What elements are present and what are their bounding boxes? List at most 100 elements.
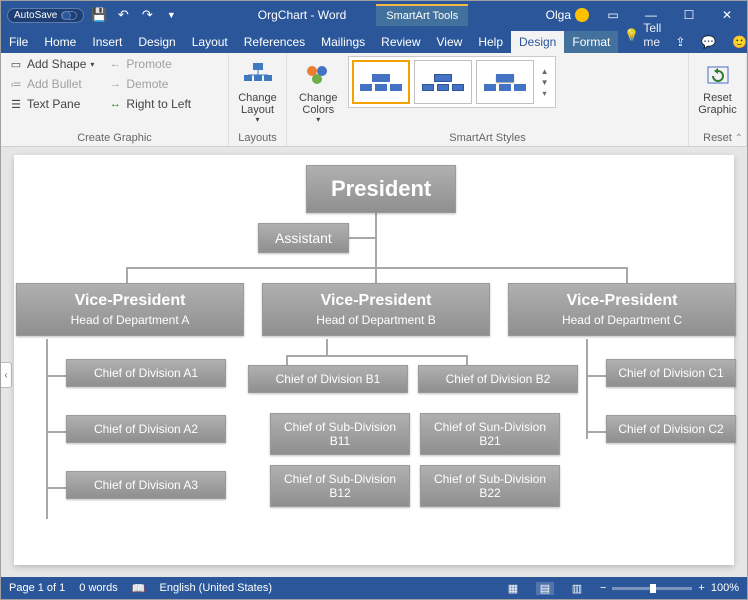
zoom-out-icon[interactable]: −	[600, 582, 606, 594]
gallery-down-icon[interactable]: ▼	[541, 78, 549, 87]
zoom-slider[interactable]	[612, 587, 692, 590]
right-to-left-button[interactable]: ↔ Right to Left	[106, 96, 193, 112]
document-area: ‹ President Assistant Vice-PresidentHead…	[1, 147, 747, 577]
text-pane-button[interactable]: ☰ Text Pane	[7, 96, 96, 112]
tab-file[interactable]: File	[1, 31, 36, 53]
tab-layout[interactable]: Layout	[184, 31, 236, 53]
group-layouts: Change Layout▾ Layouts	[229, 53, 287, 146]
node-division-b2[interactable]: Chief of Division B2	[418, 365, 578, 393]
node-division-b1[interactable]: Chief of Division B1	[248, 365, 408, 393]
node-text: Chief of Division A2	[94, 422, 198, 436]
node-division-a3[interactable]: Chief of Division A3	[66, 471, 226, 499]
reset-label: Reset Graphic	[698, 92, 737, 116]
node-subtext: Head of Department A	[71, 313, 190, 327]
node-sub-b12[interactable]: Chief of Sub-Division B12	[270, 465, 410, 507]
redo-icon[interactable]: ↷	[138, 7, 156, 23]
collapse-ribbon-icon[interactable]: ⌃	[735, 133, 743, 144]
user-account[interactable]: Olga	[546, 8, 589, 22]
zoom-value[interactable]: 100%	[711, 582, 739, 594]
node-vp-a[interactable]: Vice-President Head of Department A	[16, 283, 244, 336]
tab-home[interactable]: Home	[36, 31, 84, 53]
promote-button: ← Promote	[106, 56, 193, 72]
change-colors-button[interactable]: Change Colors▾	[293, 56, 344, 129]
comments-icon[interactable]: 💬	[693, 31, 724, 53]
style-option-1[interactable]	[352, 60, 410, 104]
style-option-3[interactable]	[476, 60, 534, 104]
node-division-c1[interactable]: Chief of Division C1	[606, 359, 736, 387]
tab-mailings[interactable]: Mailings	[313, 31, 373, 53]
add-bullet-label: Add Bullet	[27, 77, 82, 91]
node-division-c2[interactable]: Chief of Division C2	[606, 415, 736, 443]
avatar-icon	[575, 8, 589, 22]
group-label-create-graphic: Create Graphic	[7, 130, 222, 144]
node-vp-b[interactable]: Vice-PresidentHead of Department B	[262, 283, 490, 336]
gallery-up-icon[interactable]: ▲	[541, 67, 549, 76]
node-division-a2[interactable]: Chief of Division A2	[66, 415, 226, 443]
gallery-more-icon[interactable]: ▾	[543, 89, 547, 98]
ribbon-tabs: File Home Insert Design Layout Reference…	[1, 29, 747, 53]
close-icon[interactable]: ✕	[713, 8, 741, 22]
ribbon: ▭ Add Shape ▾ ≔ Add Bullet ☰ Text Pane ←…	[1, 53, 747, 147]
lightbulb-icon: 💡	[624, 28, 639, 42]
group-smartart-styles: Change Colors▾ ▲ ▼ ▾ SmartArt Styles	[287, 53, 689, 146]
tab-smartart-design[interactable]: Design	[511, 31, 564, 53]
node-text: Chief of Division C2	[618, 422, 723, 436]
user-name: Olga	[546, 8, 571, 22]
tab-help[interactable]: Help	[470, 31, 511, 53]
tab-smartart-format[interactable]: Format	[564, 31, 618, 53]
page-indicator[interactable]: Page 1 of 1	[9, 582, 65, 594]
text-pane-icon: ☰	[9, 97, 23, 111]
node-division-a1[interactable]: Chief of Division A1	[66, 359, 226, 387]
tab-design[interactable]: Design	[130, 31, 183, 53]
add-shape-button[interactable]: ▭ Add Shape ▾	[7, 56, 96, 72]
node-sub-b21[interactable]: Chief of Sun-Division B21	[420, 413, 560, 455]
save-icon[interactable]: 💾	[90, 7, 108, 23]
node-sub-b11[interactable]: Chief of Sub-Division B11	[270, 413, 410, 455]
share-icon[interactable]: ⇪	[667, 31, 693, 53]
face-icon[interactable]: 🙂	[724, 31, 748, 53]
style-option-2[interactable]	[414, 60, 472, 104]
tab-view[interactable]: View	[429, 31, 471, 53]
undo-icon[interactable]: ↶	[114, 7, 132, 23]
tell-me-search[interactable]: 💡 Tell me	[618, 17, 667, 53]
node-text: Vice-President	[75, 292, 186, 310]
node-text: Vice-President	[567, 292, 678, 310]
node-subtext: Head of Department C	[562, 313, 682, 327]
zoom-control: − + 100%	[600, 582, 739, 594]
zoom-in-icon[interactable]: +	[698, 582, 704, 594]
org-chart[interactable]: President Assistant Vice-PresidentHead o…	[26, 165, 722, 555]
language-indicator[interactable]: English (United States)	[160, 582, 273, 594]
web-layout-icon[interactable]: ▥	[568, 582, 586, 595]
chevron-down-icon: ▾	[255, 116, 259, 125]
contextual-tools-label: SmartArt Tools	[376, 4, 468, 26]
word-count[interactable]: 0 words	[79, 582, 118, 594]
reset-icon	[703, 60, 733, 90]
group-create-graphic: ▭ Add Shape ▾ ≔ Add Bullet ☰ Text Pane ←…	[1, 53, 229, 146]
node-text: Chief of Division A3	[94, 478, 198, 492]
node-text: Chief of Sub-Division B11	[277, 420, 403, 448]
spellcheck-icon[interactable]: 📖	[132, 582, 146, 595]
add-shape-icon: ▭	[9, 57, 23, 71]
tab-review[interactable]: Review	[373, 31, 428, 53]
qat-more-icon[interactable]: ▼	[162, 10, 180, 20]
print-layout-icon[interactable]: ▤	[536, 582, 554, 595]
tab-references[interactable]: References	[236, 31, 313, 53]
tab-insert[interactable]: Insert	[84, 31, 130, 53]
promote-label: Promote	[126, 57, 171, 71]
page[interactable]: President Assistant Vice-PresidentHead o…	[14, 155, 734, 565]
node-assistant[interactable]: Assistant	[258, 223, 349, 253]
text-pane-toggle[interactable]: ‹	[1, 362, 12, 388]
node-vp-c[interactable]: Vice-President Head of Department C	[508, 283, 736, 336]
node-text: Chief of Division C1	[618, 366, 723, 380]
maximize-icon[interactable]: ☐	[675, 8, 703, 22]
read-mode-icon[interactable]: ▦	[504, 582, 522, 595]
node-text: Chief of Sun-Division B21	[427, 420, 553, 448]
node-president[interactable]: President	[306, 165, 456, 213]
reset-graphic-button[interactable]: Reset Graphic	[695, 56, 740, 120]
rtl-label: Right to Left	[126, 97, 191, 111]
bullet-icon: ≔	[9, 77, 23, 91]
node-text: Chief of Division A1	[94, 366, 198, 380]
change-layout-button[interactable]: Change Layout▾	[235, 56, 280, 129]
autosave-toggle[interactable]: AutoSave	[7, 8, 84, 23]
node-sub-b22[interactable]: Chief of Sub-Division B22	[420, 465, 560, 507]
